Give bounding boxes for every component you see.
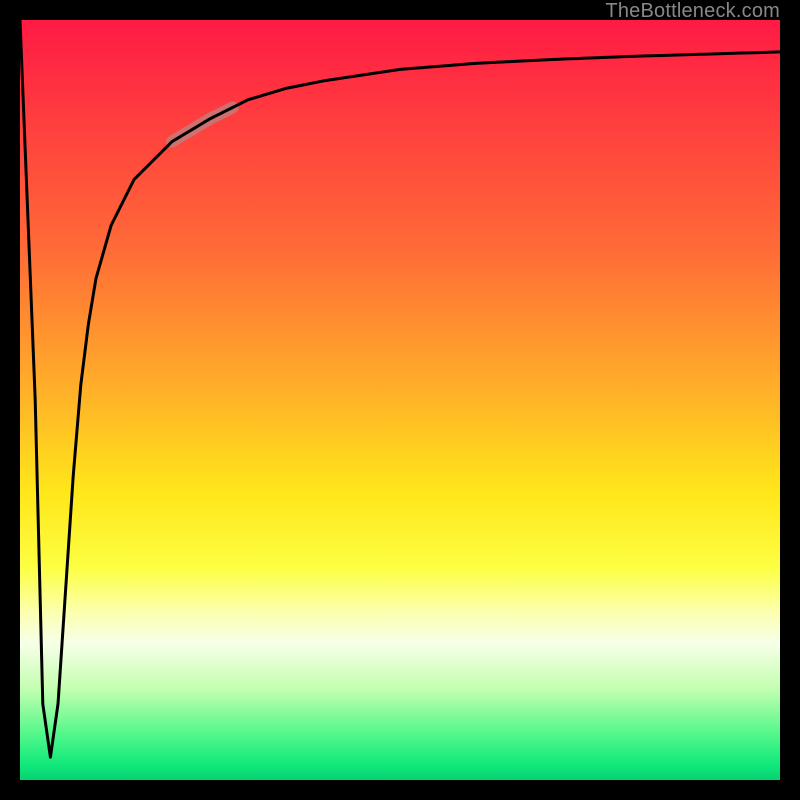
- chart-frame: TheBottleneck.com: [0, 0, 800, 800]
- plot-area: [20, 20, 780, 780]
- curve-svg: [20, 20, 780, 780]
- bottleneck-curve: [20, 20, 780, 757]
